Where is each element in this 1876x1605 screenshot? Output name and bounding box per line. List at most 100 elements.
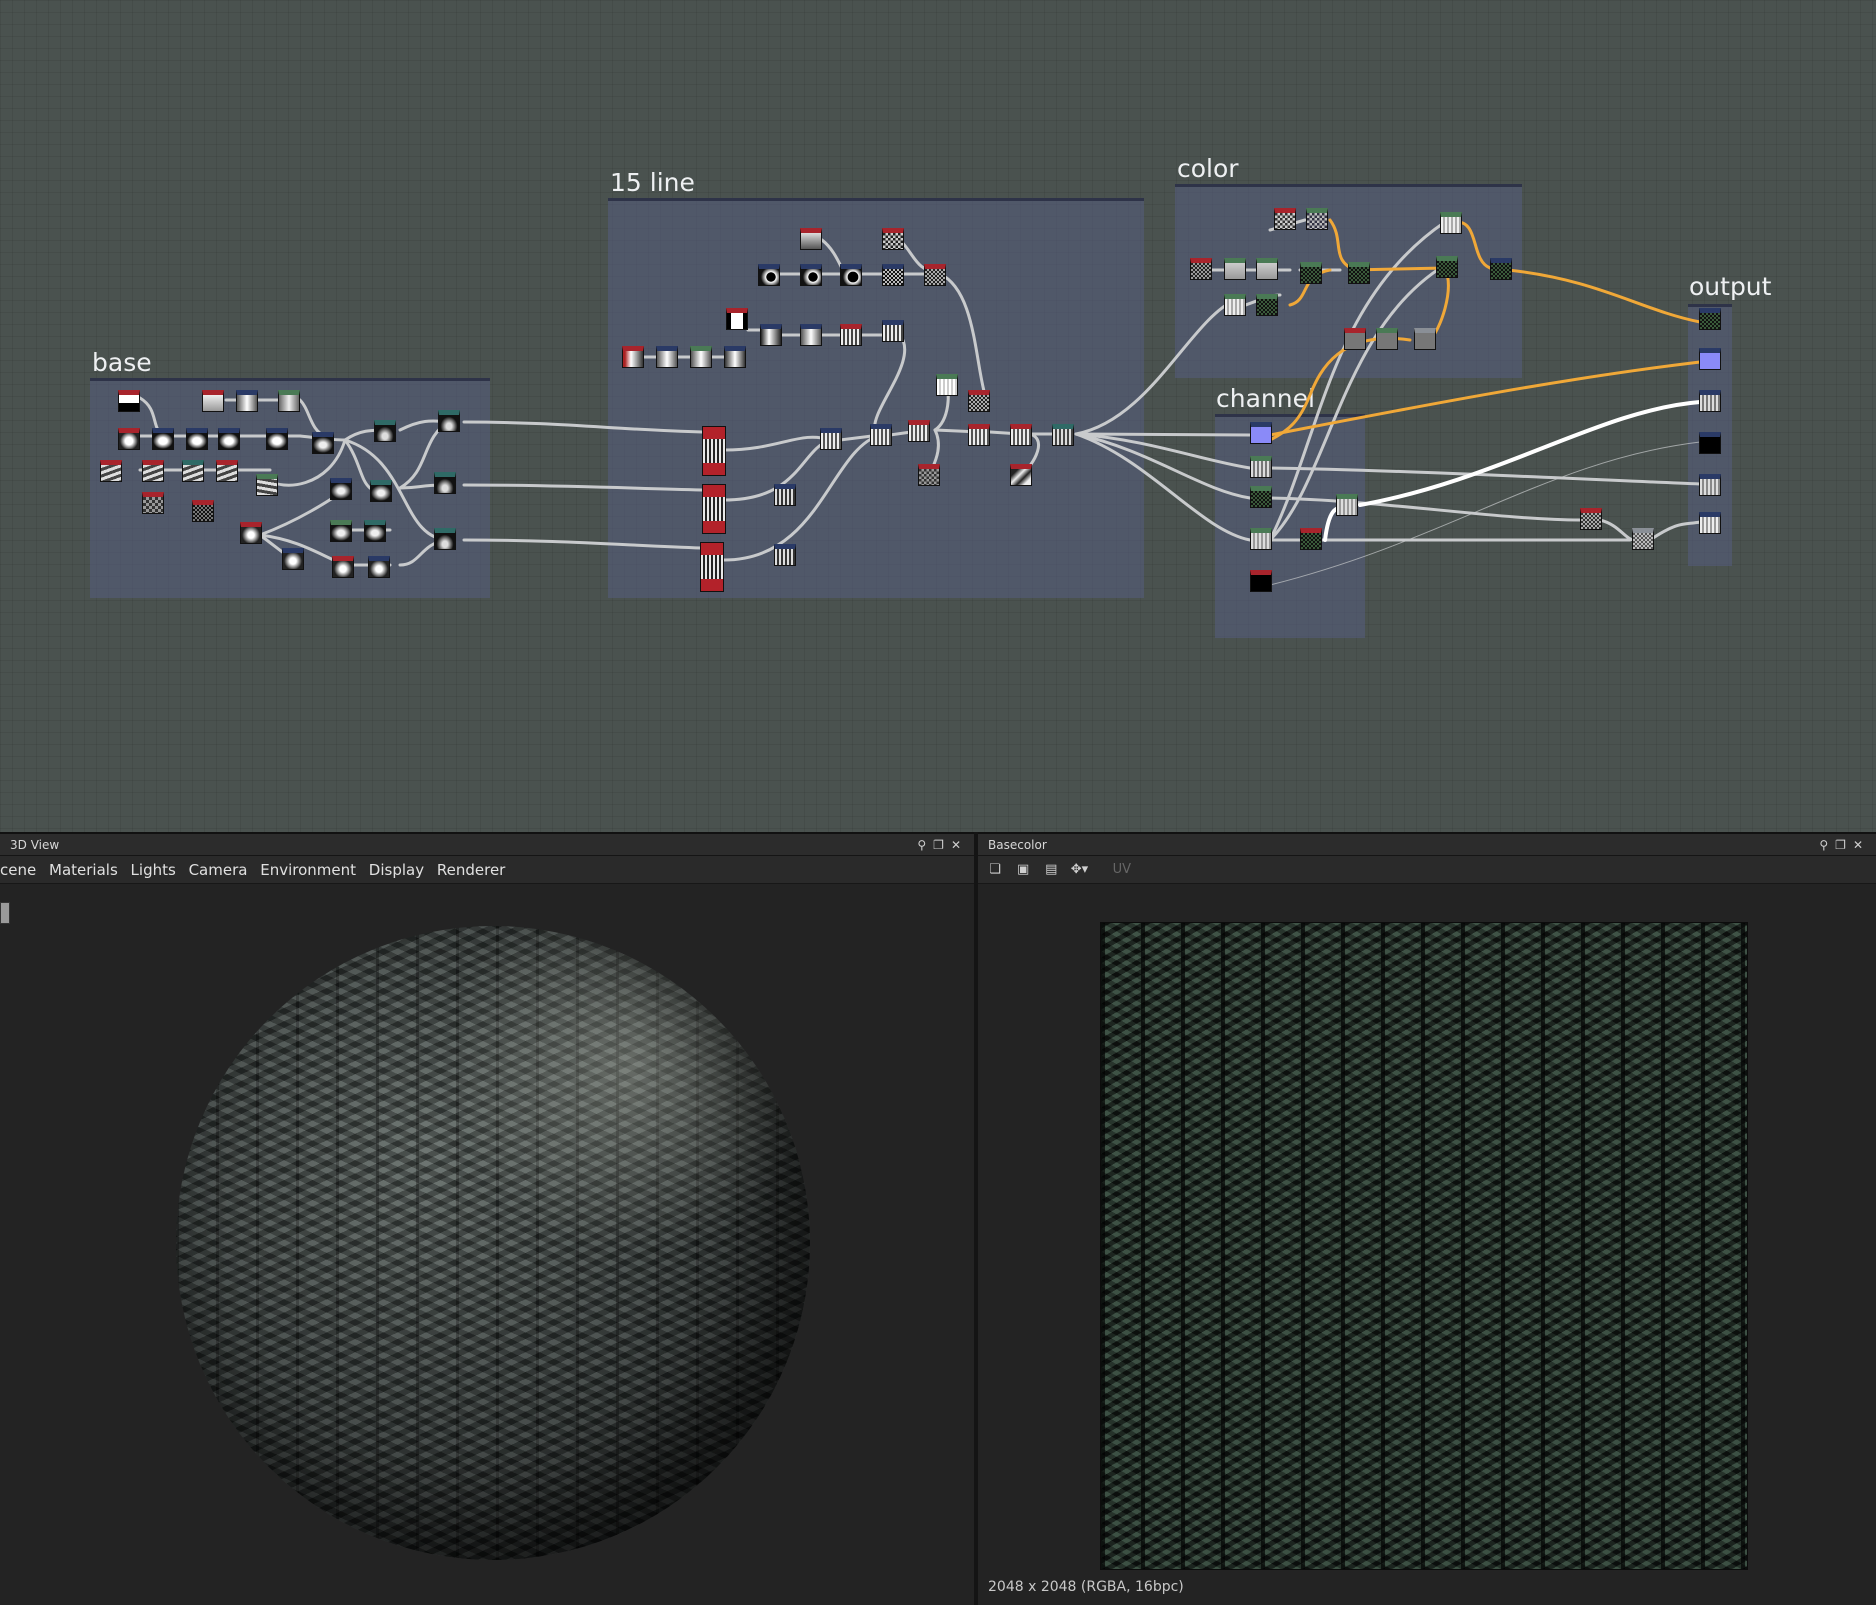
node[interactable]	[202, 390, 224, 412]
node-tall[interactable]	[702, 426, 726, 476]
node[interactable]	[882, 264, 904, 286]
close-icon[interactable]: ✕	[951, 838, 968, 852]
node[interactable]	[364, 520, 386, 542]
node[interactable]	[774, 544, 796, 566]
node[interactable]	[1336, 494, 1358, 516]
image-icon[interactable]: ▤	[1042, 856, 1060, 884]
node[interactable]	[1490, 258, 1512, 280]
node[interactable]	[142, 492, 164, 514]
output-node-metallic[interactable]	[1699, 432, 1721, 454]
node[interactable]	[330, 478, 352, 500]
output-node-roughness[interactable]	[1699, 390, 1721, 412]
node[interactable]	[182, 460, 204, 482]
node[interactable]	[726, 308, 748, 330]
node[interactable]	[1306, 208, 1328, 230]
node[interactable]	[1632, 528, 1654, 550]
float-icon[interactable]: ❐	[933, 838, 951, 852]
node[interactable]	[100, 460, 122, 482]
node[interactable]	[840, 324, 862, 346]
node[interactable]	[330, 520, 352, 542]
node[interactable]	[312, 432, 334, 454]
node[interactable]	[142, 460, 164, 482]
preview-sphere[interactable]	[176, 926, 810, 1560]
side-tool-button[interactable]	[0, 902, 10, 924]
texture-preview[interactable]	[1100, 922, 1748, 1570]
node[interactable]	[216, 460, 238, 482]
node[interactable]	[656, 346, 678, 368]
close-icon[interactable]: ✕	[1853, 838, 1870, 852]
node[interactable]	[1414, 328, 1436, 350]
node[interactable]	[724, 346, 746, 368]
node[interactable]	[1376, 328, 1398, 350]
node[interactable]	[1010, 424, 1032, 446]
copy-icon[interactable]: ❏	[986, 856, 1004, 884]
menu-display[interactable]: Display	[369, 856, 424, 883]
output-node-height[interactable]	[1699, 474, 1721, 496]
node-tall[interactable]	[700, 542, 724, 592]
node[interactable]	[374, 420, 396, 442]
node[interactable]	[622, 346, 644, 368]
node[interactable]	[1250, 486, 1272, 508]
node[interactable]	[236, 390, 258, 412]
node[interactable]	[118, 428, 140, 450]
node[interactable]	[840, 264, 862, 286]
node[interactable]	[192, 500, 214, 522]
node[interactable]	[152, 428, 174, 450]
node[interactable]	[434, 472, 456, 494]
node[interactable]	[1010, 464, 1032, 486]
node[interactable]	[1250, 456, 1272, 478]
node[interactable]	[240, 522, 262, 544]
node[interactable]	[968, 390, 990, 412]
node[interactable]	[218, 428, 240, 450]
node[interactable]	[1436, 256, 1458, 278]
node[interactable]	[1052, 424, 1074, 446]
node[interactable]	[186, 428, 208, 450]
node[interactable]	[820, 428, 842, 450]
node[interactable]	[1300, 528, 1322, 550]
node[interactable]	[266, 428, 288, 450]
node[interactable]	[800, 228, 822, 250]
node[interactable]	[800, 324, 822, 346]
menu-renderer[interactable]: Renderer	[437, 856, 505, 883]
node[interactable]	[1274, 208, 1296, 230]
node[interactable]	[760, 324, 782, 346]
node[interactable]	[282, 548, 304, 570]
node[interactable]	[1256, 294, 1278, 316]
move-icon[interactable]: ✥▾	[1070, 856, 1088, 884]
node[interactable]	[1256, 258, 1278, 280]
node-tall[interactable]	[702, 484, 726, 534]
node[interactable]	[758, 264, 780, 286]
float-icon[interactable]: ❐	[1835, 838, 1853, 852]
node[interactable]	[332, 556, 354, 578]
save-icon[interactable]: ▣	[1014, 856, 1032, 884]
output-node-basecolor[interactable]	[1699, 308, 1721, 330]
node[interactable]	[434, 528, 456, 550]
node-graph-canvas[interactable]: base 15 line color channel output	[0, 0, 1876, 832]
node[interactable]	[1190, 258, 1212, 280]
menu-environment[interactable]: Environment	[260, 856, 356, 883]
node[interactable]	[1250, 422, 1272, 444]
node[interactable]	[1224, 258, 1246, 280]
node[interactable]	[968, 424, 990, 446]
node[interactable]	[774, 484, 796, 506]
pin-icon[interactable]: ⚲	[917, 838, 933, 852]
menu-lights[interactable]: Lights	[131, 856, 176, 883]
node[interactable]	[1250, 528, 1272, 550]
menu-camera[interactable]: Camera	[189, 856, 248, 883]
node[interactable]	[924, 264, 946, 286]
node[interactable]	[1580, 508, 1602, 530]
node[interactable]	[882, 228, 904, 250]
node[interactable]	[1440, 212, 1462, 234]
menu-materials[interactable]: Materials	[49, 856, 118, 883]
node[interactable]	[908, 420, 930, 442]
node[interactable]	[1348, 262, 1370, 284]
output-node-normal[interactable]	[1699, 348, 1721, 370]
node[interactable]	[918, 464, 940, 486]
node[interactable]	[118, 390, 140, 412]
node[interactable]	[438, 410, 460, 432]
node[interactable]	[936, 374, 958, 396]
node[interactable]	[690, 346, 712, 368]
output-node-ao[interactable]	[1699, 512, 1721, 534]
uv-dropdown[interactable]: UV	[1113, 862, 1131, 877]
menu-scene[interactable]: cene	[0, 856, 36, 883]
